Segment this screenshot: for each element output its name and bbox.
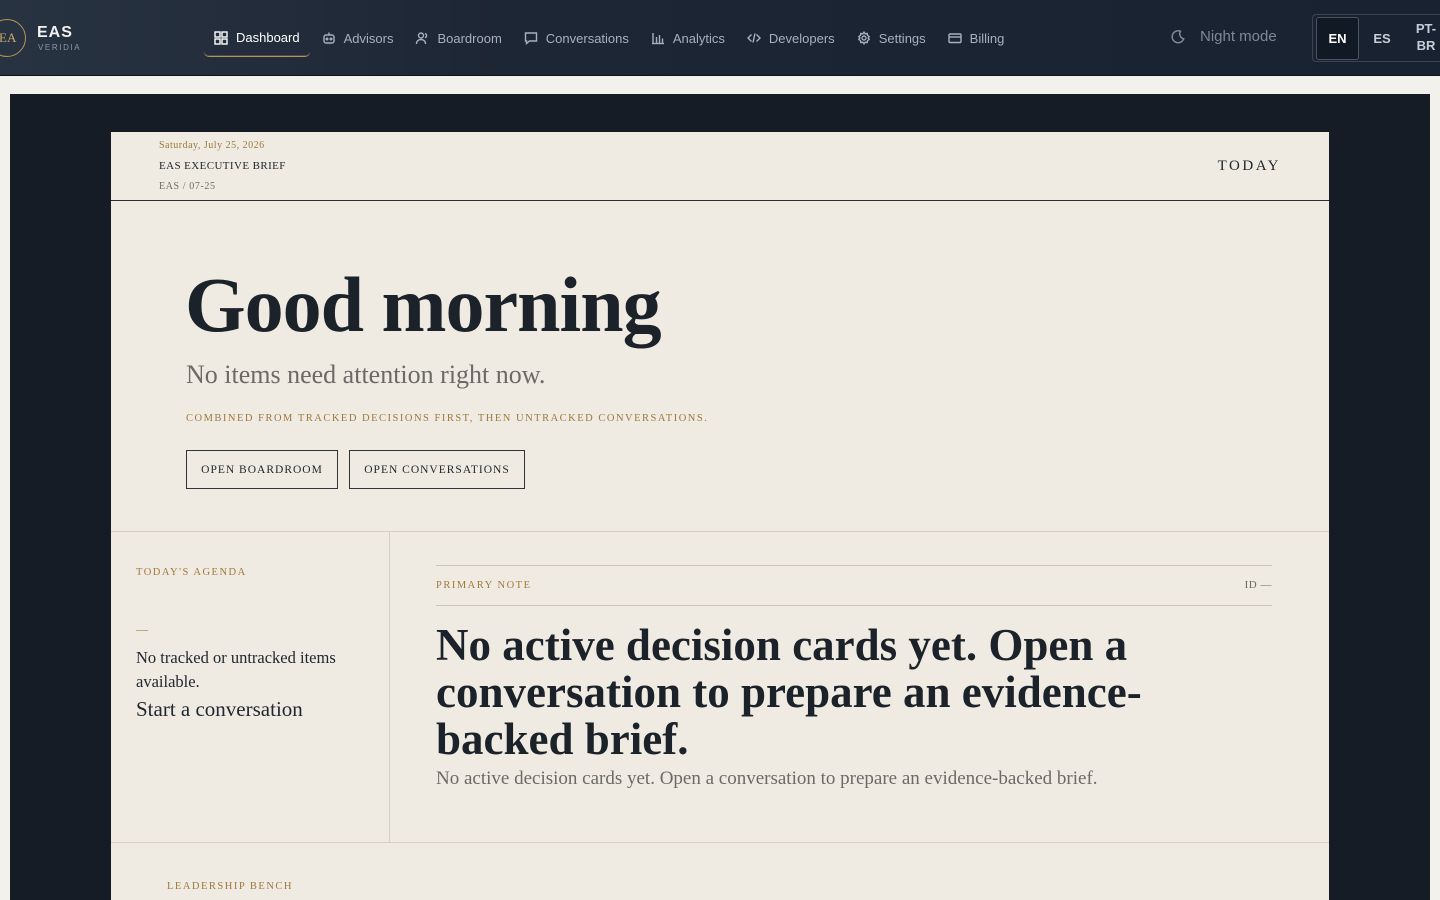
brief-code: EAS / 07-25 — [159, 181, 216, 192]
nav-label: Billing — [969, 30, 1005, 46]
nav-dashboard[interactable]: Dashboard — [204, 19, 310, 57]
primary-note-label: PRIMARY NOTE — [436, 580, 532, 591]
nav-developers[interactable]: Developers — [737, 19, 845, 57]
todays-agenda-panel: TODAY'S AGENDA — No tracked or untracked… — [111, 532, 390, 843]
nav-advisors[interactable]: Advisors — [312, 19, 404, 57]
gear-icon — [857, 31, 870, 45]
brand-name: EAS — [37, 24, 73, 41]
moon-icon — [1171, 29, 1185, 43]
agenda-label: TODAY'S AGENDA — [136, 567, 247, 578]
hero-section: Good morning No items need attention rig… — [111, 202, 1329, 532]
nav-label: Conversations — [545, 30, 629, 46]
night-mode-label: Night mode — [1200, 28, 1277, 45]
language-switcher: EN ES PT- BR — [1312, 14, 1440, 62]
nav-label: Settings — [878, 30, 926, 46]
nav-billing[interactable]: Billing — [938, 19, 1015, 57]
lang-es-button[interactable]: ES — [1367, 17, 1397, 60]
executive-brief-paper: Saturday, July 25, 2026 EAS EXECUTIVE BR… — [111, 132, 1329, 900]
open-conversations-button[interactable]: OPEN CONVERSATIONS — [349, 450, 525, 489]
nav-analytics[interactable]: Analytics — [641, 19, 735, 57]
agenda-and-note-section: TODAY'S AGENDA — No tracked or untracked… — [111, 532, 1329, 843]
greeting-heading: Good morning — [185, 261, 662, 348]
lang-pt-br-button[interactable]: PT- BR — [1409, 20, 1440, 54]
start-conversation-link[interactable]: Start a conversation — [136, 697, 303, 722]
night-mode-toggle[interactable]: Night mode — [1170, 28, 1277, 45]
primary-note-header: PRIMARY NOTE ID — — [436, 565, 1272, 606]
agenda-empty-state: No tracked or untracked items available. — [136, 648, 336, 691]
brief-title: EAS EXECUTIVE BRIEF — [159, 160, 286, 172]
primary-note-body: No active decision cards yet. Open a con… — [436, 768, 1098, 789]
lang-pt-line1: PT- — [1415, 21, 1437, 36]
nav-label: Advisors — [343, 30, 394, 46]
today-label: TODAY — [1217, 158, 1281, 174]
open-boardroom-button[interactable]: OPEN BOARDROOM — [186, 450, 338, 489]
lang-pt-line2: BR — [1416, 38, 1436, 53]
nav-label: Analytics — [672, 30, 725, 46]
bar-chart-icon — [651, 33, 664, 45]
leadership-bench-label: LEADERSHIP BENCH — [167, 881, 293, 892]
nav-label: Dashboard — [236, 30, 300, 45]
primary-note-headline: No active decision cards yet. Open a con… — [436, 620, 1142, 764]
users-icon — [416, 32, 428, 45]
brief-date: Saturday, July 25, 2026 — [159, 140, 265, 151]
attention-status: No items need attention right now. — [186, 360, 546, 389]
chat-icon — [524, 32, 537, 45]
nav-settings[interactable]: Settings — [847, 19, 936, 57]
grid-icon — [214, 30, 228, 45]
nav-label: Boardroom — [437, 30, 502, 46]
code-icon — [746, 33, 761, 43]
card-icon — [947, 33, 962, 44]
nav-boardroom[interactable]: Boardroom — [405, 19, 511, 57]
robot-icon — [322, 32, 335, 44]
brand-subtitle: VERIDIA — [38, 43, 82, 52]
brand-logo[interactable]: EA — [0, 19, 26, 57]
lang-en-button[interactable]: EN — [1316, 17, 1359, 60]
nav-conversations[interactable]: Conversations — [514, 19, 639, 57]
source-note: COMBINED FROM TRACKED DECISIONS FIRST, T… — [186, 413, 709, 424]
primary-note: PRIMARY NOTE ID — No active decision car… — [436, 565, 1272, 789]
primary-note-id: ID — — [1244, 579, 1272, 591]
top-navigation-bar: EA EAS VERIDIA Dashboard Advisors Boardr… — [0, 0, 1440, 76]
nav-label: Developers — [768, 30, 835, 46]
main-nav: Dashboard Advisors Boardroom Conversatio… — [204, 19, 1016, 57]
agenda-dash: — — [136, 622, 148, 636]
brief-masthead: Saturday, July 25, 2026 EAS EXECUTIVE BR… — [111, 132, 1329, 201]
